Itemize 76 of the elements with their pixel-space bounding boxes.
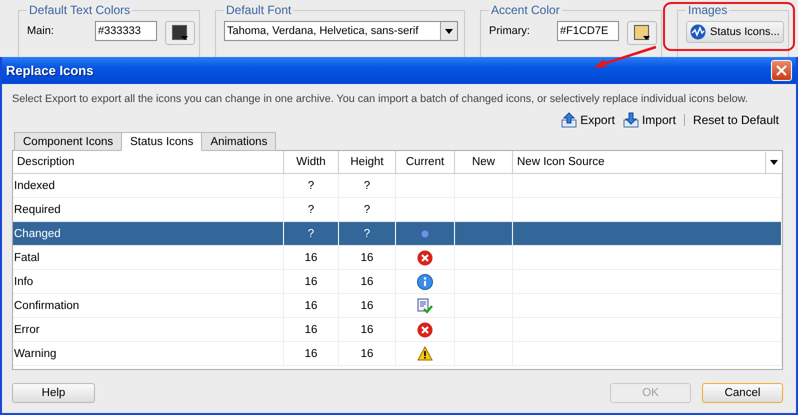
color-field[interactable]: #F1CD7E [557,21,619,41]
table-cell: 16 [360,300,374,312]
table-row[interactable]: Changed ? ? [13,222,782,246]
table-cell: 16 [304,300,318,312]
tab[interactable]: Animations [201,132,276,151]
table-cell: 16 [360,348,374,360]
table-cell: Error [14,324,40,336]
table-cell: 16 [360,324,374,336]
column-header: New [455,151,513,173]
color-picker-button[interactable] [627,21,657,45]
table-row[interactable]: Fatal 16 16 [13,246,782,270]
close-icon [776,65,787,76]
table-cell: Indexed [14,180,55,192]
upload-icon [561,112,578,128]
table-cell: ? [308,204,314,216]
table-cell: ? [364,204,370,216]
reset-link[interactable]: Reset to Default [692,113,779,127]
field-label: Main: [27,25,55,37]
table-cell: Fatal [14,252,40,264]
table-row[interactable]: Required ? ? [13,198,782,222]
color-swatch-icon [172,25,188,41]
error-icon [417,322,433,338]
instruction-text: Select Export to export all the icons you can change in one archive. You can import a batch of changed icons, or selectively replace individual icons below. [12,92,748,106]
table-cell: Required [14,204,61,216]
warning-icon [417,346,433,361]
globe-wave-icon [690,24,706,40]
error-icon [417,250,433,266]
close-button[interactable] [771,60,792,81]
table-cell: 16 [304,348,318,360]
download-icon [622,112,639,128]
table-cell: 16 [304,252,318,264]
dot-icon [421,230,429,238]
table-cell: 16 [304,276,318,288]
table-row[interactable]: Info 16 16 [13,270,782,294]
table-cell: ? [364,180,370,192]
group-title: Default Text Colors [28,3,132,17]
table-cell: ? [308,228,314,240]
table-cell: 16 [360,252,374,264]
font-dropdown[interactable]: Tahoma, Verdana, Helvetica, sans-serif [224,21,458,41]
color-field[interactable]: #333333 [95,21,157,41]
table-cell: Info [14,276,34,288]
group-title: Accent Color [490,3,561,17]
window-title: Replace Icons [6,63,94,78]
table-cell: ? [364,228,370,240]
color-picker-button[interactable] [165,21,195,45]
group-title: Default Font [225,3,292,17]
info-icon [417,274,433,290]
group-title: Images [687,3,728,17]
tab[interactable]: Component Icons [14,132,122,151]
import-link[interactable]: Import [622,112,676,128]
table-row[interactable]: Confirmation 16 16 [13,294,782,318]
status-icons-button[interactable]: Status Icons... [686,21,784,43]
column-header: Width [284,151,339,173]
table-cell: Confirmation [14,300,80,312]
dialog-button[interactable]: Help [12,383,95,403]
column-header: Height [339,151,396,173]
table-cell: 16 [360,276,374,288]
dialog-button[interactable]: Cancel [702,383,783,403]
export-link[interactable]: Export [561,112,615,128]
column-header: Description [13,151,284,173]
column-header: Current [396,151,455,173]
column-header: New Icon Source [517,156,605,168]
table-row[interactable]: Error 16 16 [13,318,782,342]
document-check-icon [417,298,433,314]
caret-icon [445,28,453,34]
table-row[interactable]: Indexed ? ? [13,174,782,198]
table-cell: Changed [14,228,61,240]
table-cell: Warning [14,348,56,360]
table-cell: ? [308,180,314,192]
field-label: Primary: [489,25,531,37]
caret-icon [770,160,778,164]
table-cell: 16 [304,324,318,336]
color-swatch-icon [634,25,650,41]
tab[interactable]: Status Icons [121,132,202,151]
table-row[interactable]: Warning 16 16 [13,342,782,366]
pointer-arrow [592,45,658,71]
